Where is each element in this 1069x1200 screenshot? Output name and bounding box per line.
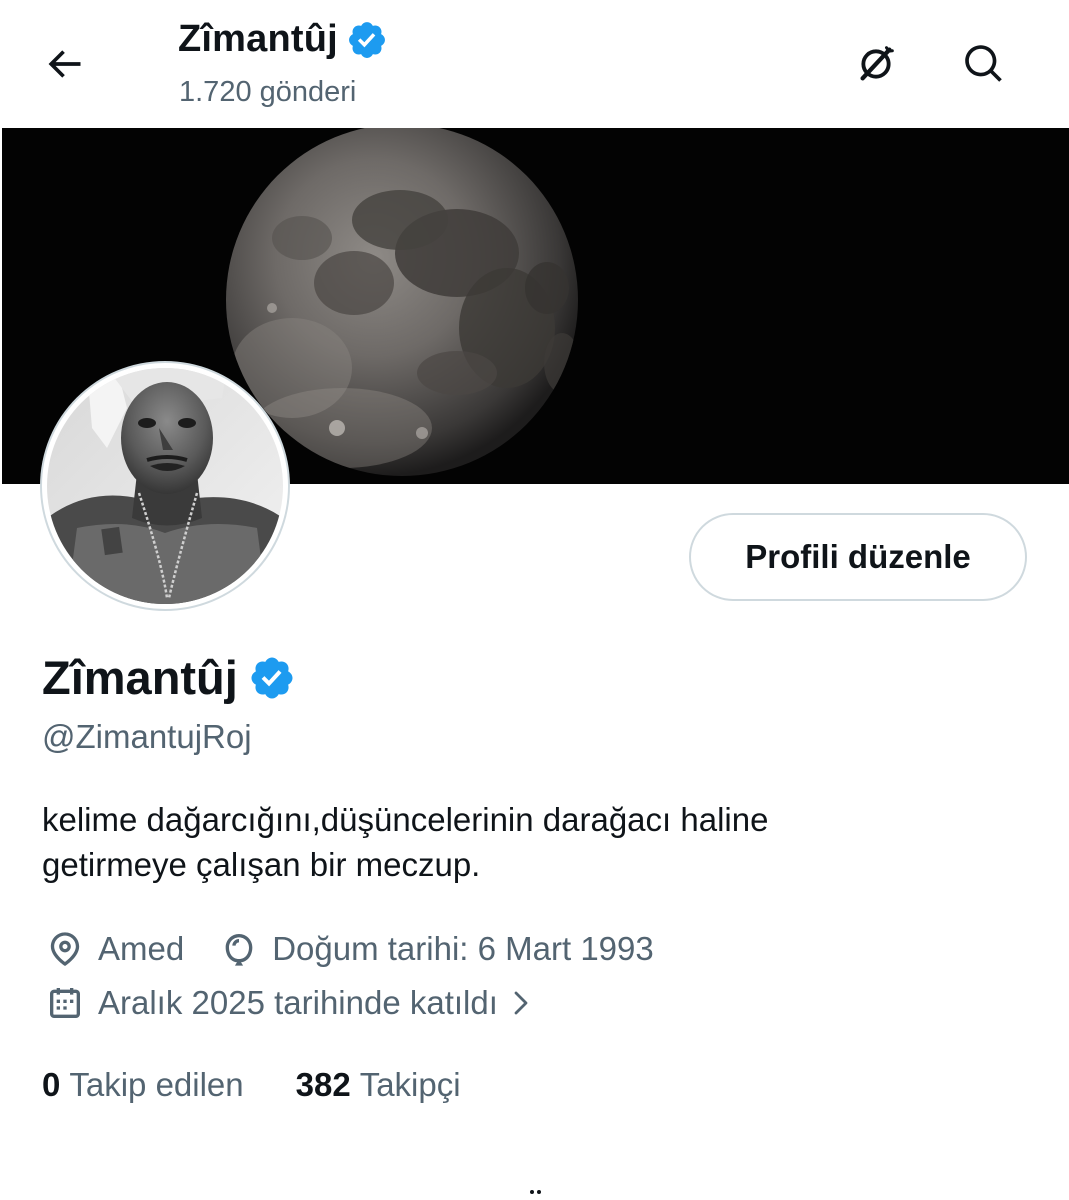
- follow-stats: 0 Takip edilen 382 Takipçi: [42, 1066, 461, 1104]
- location-item: Amed: [44, 928, 184, 970]
- display-name: Zîmantûj: [42, 651, 238, 704]
- edit-profile-button[interactable]: Profili düzenle: [689, 513, 1027, 601]
- location-pin-icon: [44, 928, 86, 970]
- joined-text: Aralık 2025 tarihinde katıldı: [98, 984, 498, 1021]
- following-count: 0: [42, 1066, 61, 1103]
- arrow-left-icon: [48, 50, 81, 78]
- display-name-row: Zîmantûj: [42, 650, 296, 705]
- back-button[interactable]: [36, 36, 92, 92]
- verified-badge-icon[interactable]: [248, 654, 296, 702]
- birthday-item: Doğum tarihi: 6 Mart 1993: [218, 928, 654, 970]
- cut-off-icon-fragment: [530, 1190, 541, 1194]
- following-label: Takip edilen: [69, 1066, 244, 1103]
- bio-line: getirmeye çalışan bir meczup.: [42, 846, 481, 883]
- user-handle: @ZimantujRoj: [42, 718, 252, 755]
- profile-avatar[interactable]: [42, 363, 288, 609]
- post-count: 1.720 gönderi: [179, 76, 357, 108]
- header-name: Zîmantûj: [178, 18, 338, 60]
- top-bar: Zîmantûj 1.720 gönderi: [0, 0, 1069, 128]
- chevron-right-icon: [504, 982, 538, 1024]
- verified-badge-icon: [349, 21, 385, 58]
- followers-link[interactable]: 382 Takipçi: [296, 1066, 461, 1104]
- calendar-icon: [44, 982, 86, 1024]
- followers-label: Takipçi: [359, 1066, 461, 1103]
- joined-date-link[interactable]: Aralık 2025 tarihinde katıldı: [44, 982, 538, 1024]
- location-text: Amed: [98, 930, 185, 967]
- followers-count: 382: [295, 1066, 351, 1103]
- spaces-button[interactable]: [848, 36, 904, 92]
- header-title: Zîmantûj: [178, 18, 388, 61]
- profile-bio: kelime dağarcığını,düşüncelerinin darağa…: [42, 797, 1002, 887]
- spaces-off-icon: [860, 46, 894, 81]
- birthday-text: Doğum tarihi: 6 Mart 1993: [272, 930, 654, 967]
- following-link[interactable]: 0 Takip edilen: [42, 1066, 244, 1104]
- balloon-icon: [218, 928, 260, 970]
- search-button[interactable]: [956, 36, 1012, 92]
- avatar-photo: [47, 368, 283, 604]
- profile-meta-row: Aralık 2025 tarihinde katıldı: [44, 982, 538, 1024]
- bio-line: kelime dağarcığını,düşüncelerinin darağa…: [42, 801, 769, 838]
- search-icon: [965, 45, 1002, 82]
- profile-meta-row: Amed Doğum tarihi: 6 Mart 1993: [44, 928, 654, 970]
